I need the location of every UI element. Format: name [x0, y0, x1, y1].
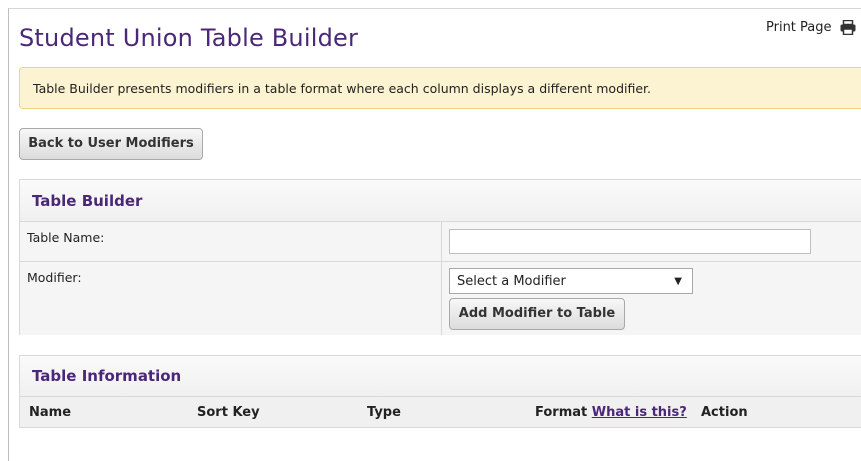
table-name-label: Table Name:: [20, 222, 442, 261]
modifier-label: Modifier:: [20, 262, 442, 335]
page-title: Student Union Table Builder: [19, 24, 359, 52]
table-name-row: Table Name:: [20, 222, 861, 262]
table-information-panel: Table Information Name Sort Key Type For…: [19, 355, 861, 428]
dropdown-arrow-icon: ▼: [674, 275, 682, 287]
column-header-name: Name: [29, 404, 72, 420]
table-information-header-row: Name Sort Key Type Format What is this? …: [20, 397, 861, 427]
back-to-user-modifiers-button[interactable]: Back to User Modifiers: [19, 128, 203, 160]
what-is-this-link[interactable]: What is this?: [592, 405, 687, 420]
table-builder-heading: Table Builder: [20, 180, 861, 222]
table-information-heading: Table Information: [20, 356, 861, 397]
add-modifier-to-table-button[interactable]: Add Modifier to Table: [449, 298, 625, 330]
print-page-label: Print Page: [766, 20, 832, 35]
table-name-cell: [442, 222, 861, 261]
column-header-sort-key: Sort Key: [197, 404, 260, 420]
column-header-format: Format What is this?: [526, 405, 692, 420]
printer-icon: [840, 20, 856, 35]
table-builder-panel: Table Builder Table Name: Modifier: Sele…: [19, 179, 861, 335]
modifier-row: Modifier: Select a Modifier ▼ Add Modifi…: [20, 262, 861, 335]
column-header-format-label: Format: [535, 404, 588, 420]
modifier-cell: Select a Modifier ▼ Add Modifier to Tabl…: [442, 262, 861, 335]
column-header-action: Action: [701, 404, 748, 420]
modifier-select[interactable]: Select a Modifier ▼: [449, 268, 693, 294]
modifier-select-value: Select a Modifier: [457, 273, 566, 289]
print-page-link[interactable]: Print Page: [766, 20, 856, 35]
column-header-type: Type: [367, 404, 401, 420]
info-notice: Table Builder presents modifiers in a ta…: [19, 67, 861, 109]
table-name-input[interactable]: [449, 229, 811, 254]
